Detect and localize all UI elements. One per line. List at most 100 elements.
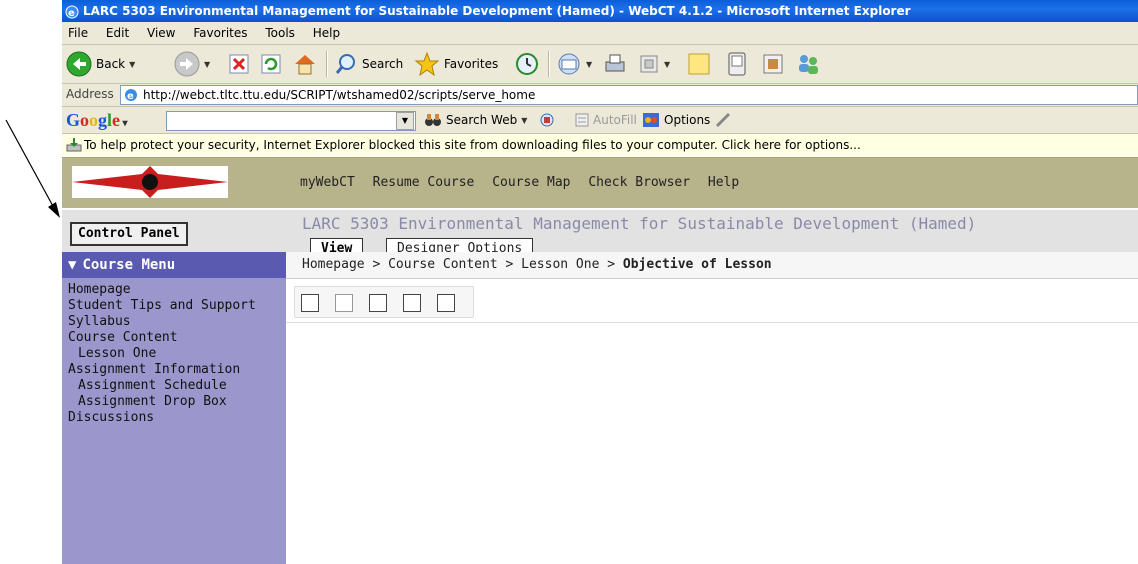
contacts-button[interactable] [794,50,822,78]
sticky-note-icon [688,53,710,75]
refresh-button[interactable] [260,50,282,78]
chevron-down-icon[interactable]: ▼ [396,112,414,130]
chevron-down-icon[interactable]: ▼ [664,60,670,69]
history-button[interactable] [514,50,540,78]
autofill-label: AutoFill [593,113,637,127]
webct-top-nav: myWebCT Resume Course Course Map Check B… [62,158,1138,208]
next-page-icon[interactable] [403,294,421,312]
favorites-button[interactable]: Favorites [414,50,498,78]
chevron-down-icon[interactable]: ▼ [521,116,527,125]
mail-button[interactable]: ▼ [556,50,592,78]
toolbar-separator [548,51,550,77]
course-menu-label: Course Menu [82,257,176,273]
refresh-icon [261,54,281,74]
title-bar: e LARC 5303 Environmental Management for… [62,0,1138,22]
favorites-label: Favorites [444,57,499,71]
mail-icon [558,53,580,75]
red-raider-logo-icon [72,166,228,198]
previous-page-icon[interactable] [369,294,387,312]
compile-icon[interactable] [335,294,353,312]
nav-course-map[interactable]: Course Map [492,175,570,190]
menu-item-syllabus[interactable]: Syllabus [62,314,286,330]
star-icon [414,51,440,77]
menu-edit[interactable]: Edit [106,22,129,44]
security-info-bar[interactable]: To help protect your security, Internet … [62,134,1138,158]
options-label: Options [664,113,711,127]
search-button[interactable]: Search [334,50,403,78]
news-button[interactable] [538,112,556,128]
address-url: http://webct.tltc.ttu.edu/SCRIPT/wtshame… [143,88,536,102]
breadcrumb-current: Objective of Lesson [622,257,772,272]
nav-mywebct[interactable]: myWebCT [300,175,355,190]
history-icon [516,53,538,75]
home-button[interactable] [292,50,318,78]
stop-button[interactable] [228,50,250,78]
control-panel-button[interactable]: Control Panel [70,222,188,246]
nav-resume-course[interactable]: Resume Course [373,175,475,190]
chevron-down-icon[interactable]: ▼ [204,60,210,69]
course-header: Control Panel LARC 5303 Environmental Ma… [62,210,1138,259]
menu-help[interactable]: Help [313,22,340,44]
address-field[interactable]: e http://webct.tltc.ttu.edu/SCRIPT/wtsha… [120,85,1138,105]
home-icon [295,55,315,75]
autofill-button[interactable]: AutoFill [574,112,637,128]
nav-help[interactable]: Help [708,175,739,190]
chevron-down-icon[interactable]: ▼ [129,60,135,69]
google-toolbar: Google ▾ ▼ Search Web ▼ AutoFill Options [62,107,1138,134]
list-icon[interactable] [301,294,319,312]
menu-item-assignment-drop-box[interactable]: Assignment Drop Box [62,394,286,410]
content-divider [286,322,1138,323]
options-button[interactable]: Options [642,112,710,128]
menu-item-student-tips[interactable]: Student Tips and Support [62,298,286,314]
print-button[interactable] [602,50,628,78]
info-bar-text: To help protect your security, Internet … [84,138,861,152]
search-web-button[interactable]: Search Web ▼ [424,112,527,128]
forward-button[interactable]: ▼ [174,50,210,78]
edit-button[interactable]: ▼ [638,50,670,78]
webct-nav-links: myWebCT Resume Course Course Map Check B… [300,158,749,208]
messenger-button[interactable] [726,50,748,78]
menu-item-homepage[interactable]: Homepage [62,282,286,298]
options-icon [643,113,659,127]
address-bar: Address e http://webct.tltc.ttu.edu/SCRI… [62,84,1138,107]
breadcrumb-trail[interactable]: Homepage > Course Content > Lesson One > [302,257,623,272]
course-logo[interactable] [72,166,228,198]
binoculars-icon [425,114,441,126]
menu-item-course-content[interactable]: Course Content [62,330,286,346]
course-menu-header[interactable]: ▼ Course Menu [62,252,286,278]
menu-item-assignment-information[interactable]: Assignment Information [62,362,286,378]
research-button[interactable] [760,50,786,78]
menu-view[interactable]: View [147,22,175,44]
edit-page-icon [640,55,658,73]
menu-tools[interactable]: Tools [265,22,295,44]
google-search-input[interactable] [166,111,416,131]
browser-window: e LARC 5303 Environmental Management for… [62,0,1138,564]
menu-bar: File Edit View Favorites Tools Help [62,22,1138,45]
nav-check-browser[interactable]: Check Browser [588,175,690,190]
svg-text:e: e [68,8,75,19]
notes-button[interactable] [686,50,712,78]
menu-file[interactable]: File [68,22,88,44]
toolbar-separator [326,51,328,77]
research-icon [763,54,783,74]
google-logo[interactable]: Google ▾ [66,110,128,131]
chevron-down-icon[interactable]: ▼ [586,60,592,69]
menu-item-assignment-schedule[interactable]: Assignment Schedule [62,378,286,394]
svg-text:e: e [127,91,134,102]
menu-item-discussions[interactable]: Discussions [62,410,286,426]
people-icon [799,55,818,74]
stop-icon [229,54,249,74]
back-button[interactable]: Back ▼ [66,50,135,78]
standard-toolbar: Back ▼ ▼ Search Favorites ▼ ▼ [62,45,1138,84]
globe-icon [540,113,554,127]
window-title: LARC 5303 Environmental Management for S… [83,4,911,18]
download-icon[interactable] [437,294,455,312]
menu-item-lesson-one[interactable]: Lesson One [62,346,286,362]
breadcrumb: Homepage > Course Content > Lesson One >… [302,252,772,278]
menu-favorites[interactable]: Favorites [193,22,247,44]
ie-icon: e [65,5,79,19]
search-label: Search [362,57,404,71]
webct-page: myWebCT Resume Course Course Map Check B… [62,158,1138,564]
highlight-button[interactable] [714,112,732,128]
annotation-arrow [5,119,60,218]
